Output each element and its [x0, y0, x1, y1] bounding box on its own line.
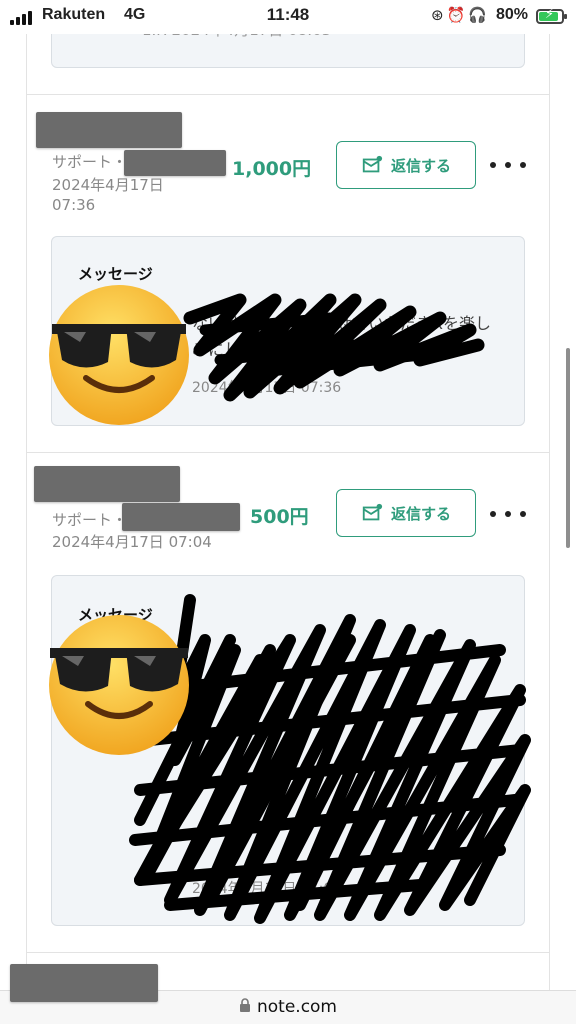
message-time: 2024年4月17日 07:04: [192, 881, 342, 897]
support-date-line: 2024年4月17日: [52, 176, 164, 194]
redacted-username: [10, 964, 158, 1002]
item-divider: [26, 94, 550, 95]
orientation-lock-icon: ⊛: [431, 6, 447, 24]
redacted-support-title: [122, 503, 240, 531]
scroll-indicator[interactable]: [566, 348, 570, 548]
alarm-icon: ⏰: [446, 6, 469, 24]
item-divider: [26, 952, 550, 953]
support-date: 2024年4月17日 07:36: [52, 175, 164, 215]
redacted-username: [36, 112, 182, 148]
redacted-username: [34, 466, 180, 502]
support-amount: 500円: [250, 506, 309, 528]
item-divider: [26, 452, 550, 453]
support-amount: 1,000円: [232, 158, 312, 180]
status-bar: Rakuten 4G 11:48 ⊛⏰🎧 80% ⚡: [0, 0, 576, 34]
message-heading: メッセージ: [78, 265, 153, 283]
message-time: 2024年4月17日 07:36: [192, 380, 342, 396]
redacted-support-title: [124, 150, 226, 176]
reply-mail-icon: [362, 155, 383, 173]
message-text: ないけどサポートさせていただきXを楽しみにし: [192, 314, 491, 359]
support-label: サポート・: [52, 153, 128, 171]
reply-mail-icon: [362, 503, 383, 521]
reply-button[interactable]: 返信する: [336, 141, 476, 189]
support-date-line: 2024年4月17日 07:04: [52, 533, 212, 551]
status-icons: ⊛⏰🎧: [431, 6, 490, 24]
more-options-button[interactable]: [490, 504, 526, 524]
reply-button-label: 返信する: [390, 156, 451, 175]
sunglasses-emoji-icon: [49, 285, 189, 425]
battery-percent: 80%: [495, 6, 528, 23]
more-options-button[interactable]: [490, 155, 526, 175]
battery-icon: ⚡: [536, 7, 567, 24]
support-date: 2024年4月17日 07:04: [52, 532, 212, 552]
url-text: note.com: [256, 997, 337, 1017]
sunglasses-emoji-icon: [49, 615, 189, 755]
lock-icon: [239, 997, 251, 1017]
support-time-line: 07:36: [52, 196, 96, 214]
reply-button[interactable]: 返信する: [336, 489, 476, 537]
reply-button-label: 返信する: [390, 504, 451, 523]
support-label: サポート・: [52, 511, 128, 529]
headphones-icon: 🎧: [468, 6, 490, 24]
